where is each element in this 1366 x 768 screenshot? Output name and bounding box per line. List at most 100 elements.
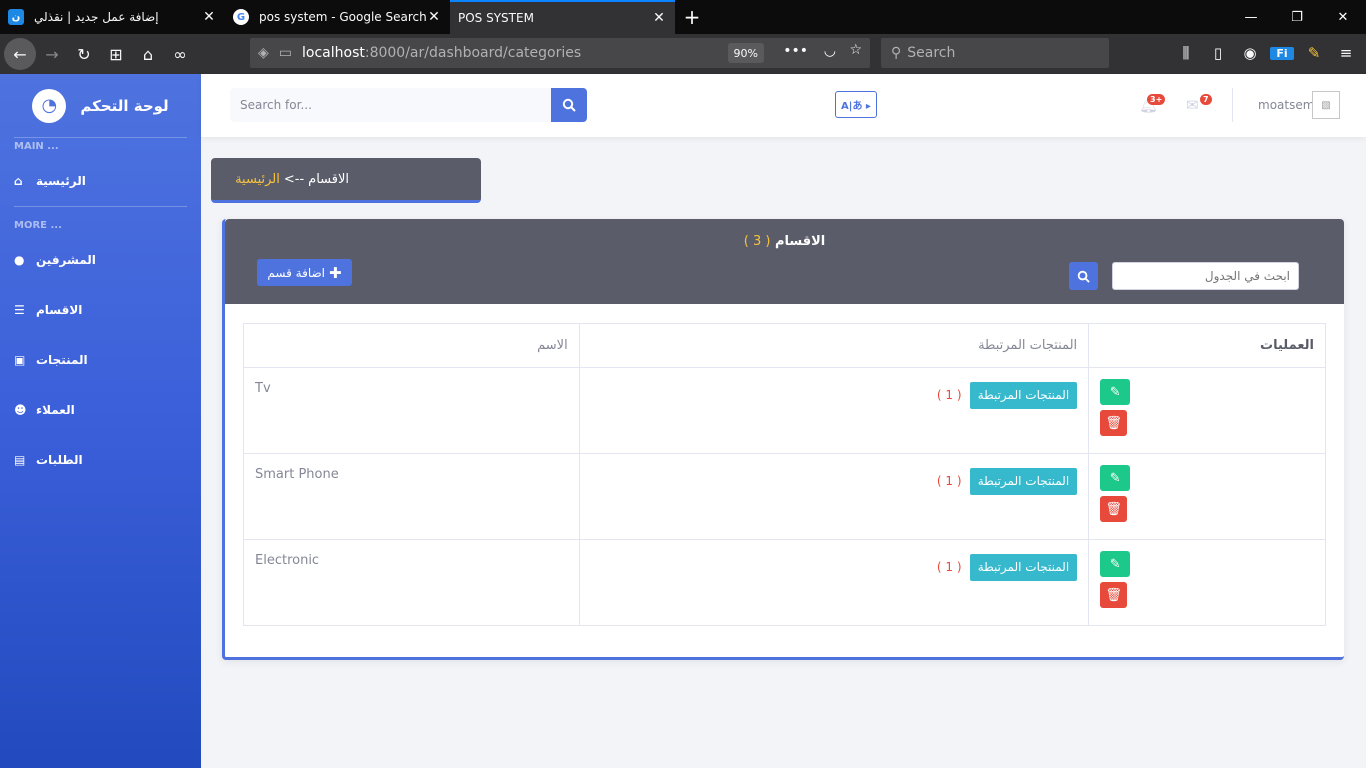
delete-button[interactable]: 🗑︎ xyxy=(1100,582,1128,608)
sidebar-item-admins[interactable]: ● المشرفين xyxy=(0,235,201,285)
back-button[interactable]: ← xyxy=(4,38,36,70)
sidebar-brand[interactable]: لوحة التحكم ◔ xyxy=(0,74,201,137)
url-bar[interactable]: ◈ ▭ localhost:8000/ar/dashboard/categori… xyxy=(250,38,870,68)
minimize-icon[interactable]: — xyxy=(1228,0,1274,34)
close-tab-icon[interactable]: ✕ xyxy=(201,9,217,25)
breadcrumb-current: الاقسام xyxy=(308,171,349,187)
category-count: ( 3 ) xyxy=(743,234,771,249)
category-name: Smart Phone xyxy=(243,453,580,540)
extension-broom-icon[interactable]: ✎ xyxy=(1302,44,1326,62)
bookmark-star-icon[interactable]: ☆ xyxy=(849,42,862,58)
alerts-badge: 3+ xyxy=(1147,94,1166,105)
table-header-row: الاسم المنتجات المرتبطة العمليات xyxy=(243,323,1326,368)
extension-fi-icon[interactable]: Fi xyxy=(1270,46,1294,60)
breadcrumb: الاقسام --> الرئيسية xyxy=(211,158,481,203)
categories-table: الاسم المنتجات المرتبطة العمليات Tv المن… xyxy=(243,323,1326,626)
edit-button[interactable]: ✎ xyxy=(1100,379,1131,405)
user-circle-icon: ● xyxy=(14,253,25,267)
home-icon: ⌂ xyxy=(14,174,23,188)
close-tab-icon[interactable]: ✕ xyxy=(426,9,442,25)
related-cell: المنتجات المرتبطة ( 1 ) xyxy=(578,453,1090,540)
browser-search-bar[interactable]: ⚲ Search xyxy=(881,38,1109,68)
close-window-icon[interactable]: ✕ xyxy=(1320,0,1366,34)
related-count: ( 1 ) xyxy=(936,388,962,402)
card-title-text: الاقسام xyxy=(774,234,826,249)
column-header-related: المنتجات المرتبطة xyxy=(578,323,1090,368)
related-products-button[interactable]: المنتجات المرتبطة xyxy=(969,382,1078,409)
messages-envelope-icon[interactable]: ✉ xyxy=(1186,96,1199,114)
sidebar-divider xyxy=(14,206,187,207)
restore-icon[interactable]: ❐ xyxy=(1274,0,1320,34)
category-name: Electronic xyxy=(243,539,580,626)
sidebar-toggle-icon[interactable]: ▯ xyxy=(1206,44,1230,62)
list-alt-icon: ▤ xyxy=(14,453,26,467)
url-host: localhost xyxy=(302,45,365,61)
related-count: ( 1 ) xyxy=(936,560,962,574)
language-switch-button[interactable]: A|あ ▸ xyxy=(835,91,877,118)
tab-title: POS SYSTEM xyxy=(458,11,534,25)
menu-icon[interactable]: ≡ xyxy=(1334,44,1358,62)
page-actions-icon[interactable]: ••• xyxy=(783,43,808,59)
add-category-button[interactable]: ✚ اضافة قسم xyxy=(257,259,352,286)
edit-button[interactable]: ✎ xyxy=(1100,465,1131,491)
table-row: Tv المنتجات المرتبطة ( 1 ) ✎ 🗑︎ xyxy=(243,367,1326,454)
site-favicon-icon: ن xyxy=(8,9,24,25)
browser-tab-1[interactable]: ن إضافة عمل جديد | نقذلي ✕ xyxy=(0,0,225,34)
browser-toolbar-right: ⫼ ▯ ◉ Fi ✎ ≡ xyxy=(1174,38,1358,68)
private-mask-icon[interactable]: ∞ xyxy=(164,38,196,70)
sidebar-item-categories[interactable]: ☰ الاقسام xyxy=(0,285,201,335)
reload-button[interactable]: ↻ xyxy=(68,38,100,70)
close-tab-icon[interactable]: ✕ xyxy=(651,10,667,26)
column-header-ops: العمليات xyxy=(1088,323,1326,368)
topbar-search-button[interactable] xyxy=(551,88,587,122)
sidebar-item-label: الاقسام xyxy=(36,303,83,317)
topbar-search-input[interactable]: Search for... xyxy=(230,88,552,122)
trash-icon: 🗑︎ xyxy=(1105,415,1122,431)
container-tab-icon[interactable]: ⊞ xyxy=(100,38,132,70)
operations-cell: ✎ 🗑︎ xyxy=(1088,539,1326,626)
tab-title: pos system - Google Search xyxy=(259,10,426,24)
breadcrumb-home-link[interactable]: الرئيسية xyxy=(235,172,280,187)
related-cell: المنتجات المرتبطة ( 1 ) xyxy=(578,539,1090,626)
window-controls: — ❐ ✕ xyxy=(1228,0,1366,34)
google-favicon-icon: G xyxy=(233,9,249,25)
edit-button[interactable]: ✎ xyxy=(1100,551,1131,577)
topbar-divider xyxy=(1232,88,1233,122)
shield-icon: ◈ xyxy=(258,45,269,61)
sidebar-item-clients[interactable]: ☻ العملاء xyxy=(0,385,201,435)
breadcrumb-separator: --> xyxy=(283,171,305,187)
browser-tab-3[interactable]: POS SYSTEM ✕ xyxy=(450,0,675,34)
library-icon[interactable]: ⫼ xyxy=(1174,44,1198,62)
account-icon[interactable]: ◉ xyxy=(1238,44,1262,62)
related-products-button[interactable]: المنتجات المرتبطة xyxy=(969,554,1078,581)
delete-button[interactable]: 🗑︎ xyxy=(1100,496,1128,522)
pocket-icon[interactable]: ◡ xyxy=(824,43,836,59)
zoom-level[interactable]: 90% xyxy=(727,43,764,63)
related-products-button[interactable]: المنتجات المرتبطة xyxy=(969,468,1078,495)
operations-cell: ✎ 🗑︎ xyxy=(1088,367,1326,454)
url-path: :8000/ar/dashboard/categories xyxy=(364,45,582,61)
dashboard-gauge-icon: ◔ xyxy=(32,88,67,123)
delete-button[interactable]: 🗑︎ xyxy=(1100,410,1128,436)
categories-card: الاقسام ( 3 ) ✚ اضافة قسم الاسم المنتجات… xyxy=(222,219,1344,660)
new-tab-button[interactable]: + xyxy=(675,0,709,34)
trash-icon: 🗑︎ xyxy=(1105,587,1122,603)
table-search-button[interactable] xyxy=(1069,262,1098,290)
users-icon: ☻ xyxy=(14,403,27,417)
edit-icon: ✎ xyxy=(1109,384,1121,400)
plus-icon: ✚ xyxy=(329,263,342,282)
avatar[interactable]: ▧ xyxy=(1312,91,1340,119)
edit-icon: ✎ xyxy=(1109,556,1121,572)
sidebar-item-label: المشرفين xyxy=(36,253,96,267)
broken-image-icon: ▧ xyxy=(1321,99,1331,111)
browser-tab-2[interactable]: G pos system - Google Search ✕ xyxy=(225,0,450,34)
sidebar-item-products[interactable]: ▣ المنتجات xyxy=(0,335,201,385)
user-name[interactable]: moatsem xyxy=(1258,98,1314,112)
card-header: الاقسام ( 3 ) ✚ اضافة قسم xyxy=(225,219,1344,304)
sidebar-item-orders[interactable]: ▤ الطلبات xyxy=(0,435,201,485)
operations-cell: ✎ 🗑︎ xyxy=(1088,453,1326,540)
table-search-input[interactable] xyxy=(1112,262,1299,290)
sidebar-item-home[interactable]: ⌂ الرئيسية xyxy=(0,156,201,206)
forward-button[interactable]: → xyxy=(36,38,68,70)
home-icon[interactable]: ⌂ xyxy=(132,38,164,70)
